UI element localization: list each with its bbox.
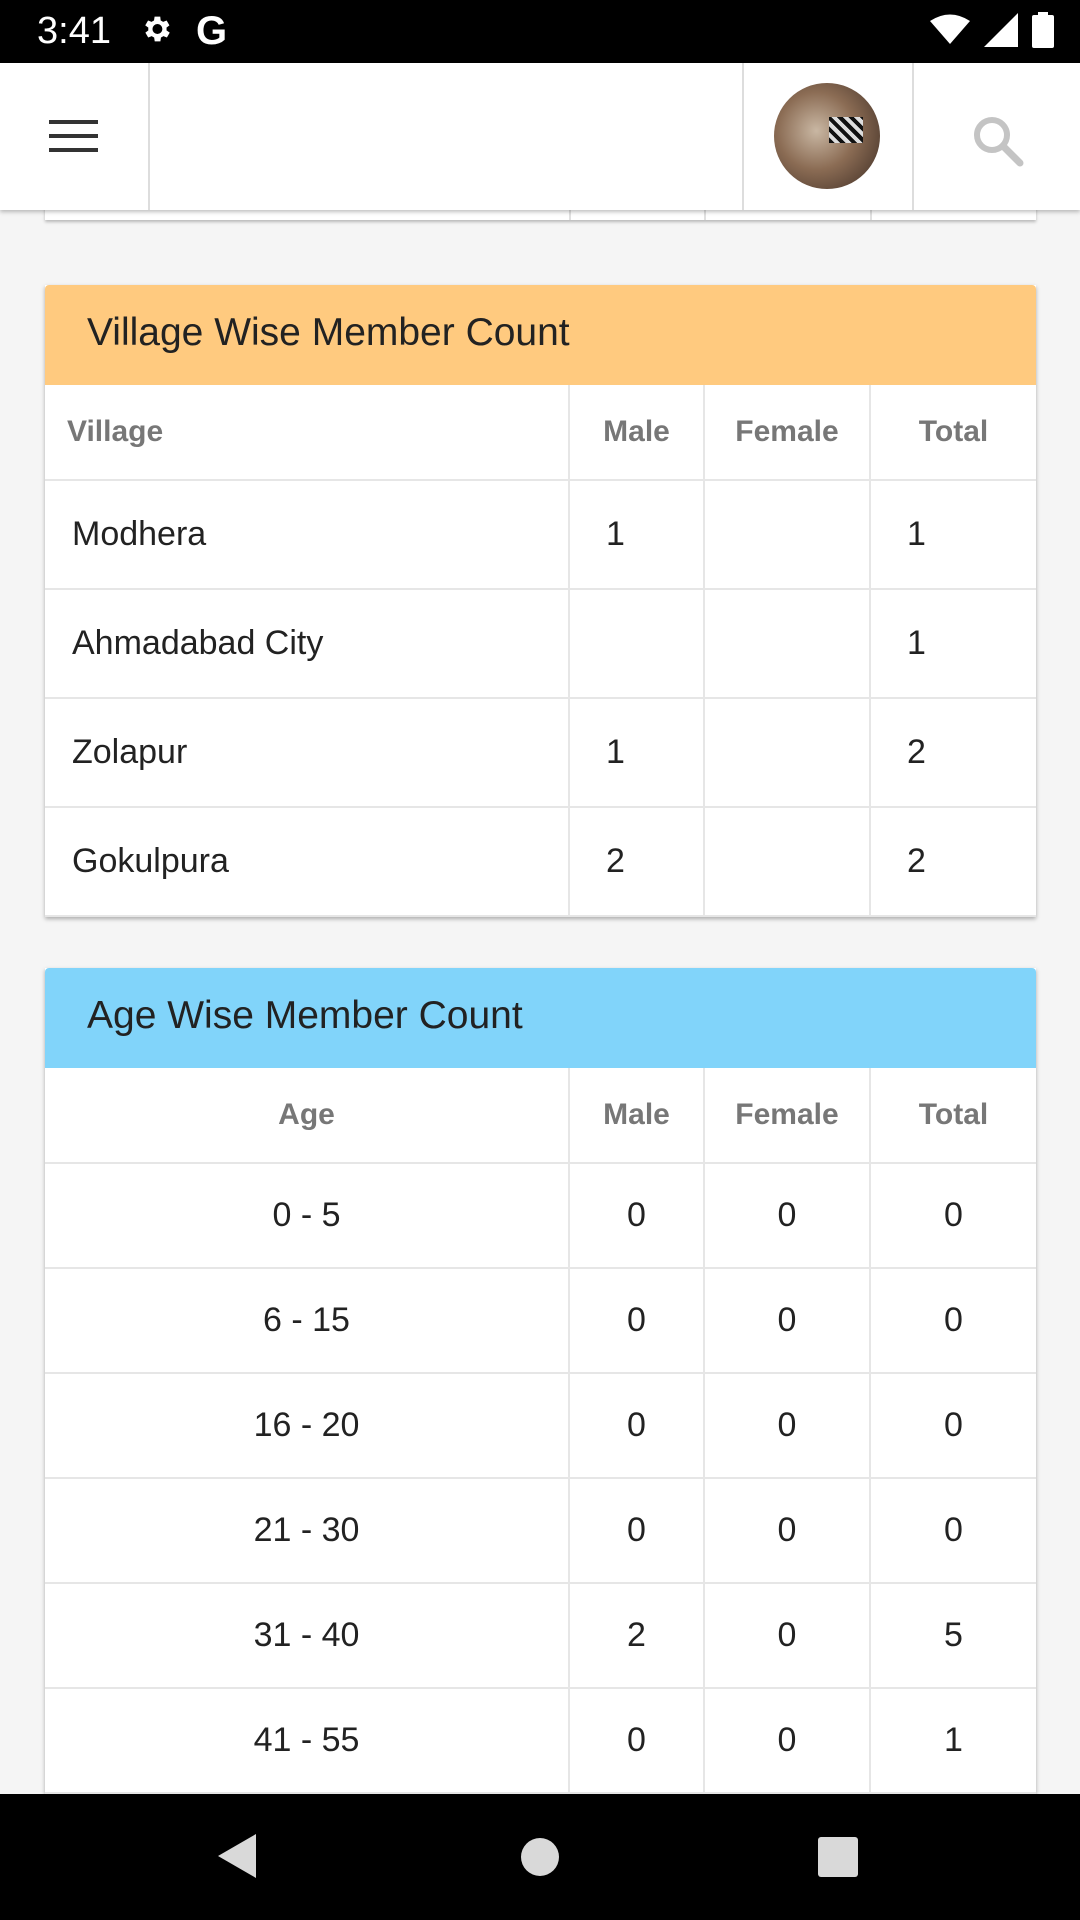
female-count-cell: 0 [703, 1687, 871, 1794]
male-count-cell [568, 588, 705, 699]
female-count-cell: 0 [703, 1267, 871, 1374]
menu-button[interactable] [0, 63, 150, 210]
total-count-cell: 0 [869, 1372, 1036, 1479]
avatar[interactable] [774, 83, 880, 189]
wifi-icon [930, 14, 970, 51]
age-range-cell: 31 - 40 [45, 1582, 570, 1689]
cell-signal-icon [984, 13, 1018, 52]
male-count-cell: 0 [568, 1477, 705, 1584]
status-time: 3:41 [37, 10, 111, 52]
female-count-cell: 0 [703, 1477, 871, 1584]
age-table: Age Male Female Total 0 - 5 0 0 0 6 - 15… [45, 1068, 1036, 1794]
google-g-icon: G [196, 9, 228, 53]
home-icon[interactable] [519, 1836, 561, 1878]
village-table: Village Male Female Total Modhera 1 1 Ah… [45, 385, 1036, 917]
profile-button[interactable] [744, 63, 914, 210]
male-count-cell: 0 [568, 1162, 705, 1269]
age-range-cell: 6 - 15 [45, 1267, 570, 1374]
app-bar [0, 63, 1080, 210]
table-row: 6 - 15 0 0 0 [45, 1267, 1036, 1374]
male-count-cell: 0 [568, 1687, 705, 1794]
total-count-cell: 1 [869, 479, 1036, 590]
total-count-cell: 1 [869, 1687, 1036, 1794]
table-row: 16 - 20 0 0 0 [45, 1372, 1036, 1479]
age-card-header: Age Wise Member Count [45, 968, 1036, 1068]
male-count-cell: 0 [568, 1267, 705, 1374]
village-name-cell: Ahmadabad City [45, 588, 570, 699]
table-row: Gokulpura 2 2 [45, 806, 1036, 917]
male-column-header: Male [568, 1068, 705, 1164]
male-count-cell: 0 [568, 1372, 705, 1479]
village-name-cell: Gokulpura [45, 806, 570, 917]
female-count-cell [703, 479, 871, 590]
system-navigation-bar [0, 1794, 1080, 1920]
total-count-cell: 0 [869, 1267, 1036, 1374]
status-bar: 3:41 G [0, 0, 1080, 63]
total-count-cell: 2 [869, 806, 1036, 917]
settings-gear-icon [139, 12, 173, 51]
table-row: Ahmadabad City 1 [45, 588, 1036, 699]
female-count-cell: 0 [703, 1372, 871, 1479]
male-count-cell: 1 [568, 697, 705, 808]
female-column-header: Female [703, 1068, 871, 1164]
total-count-cell: 5 [869, 1582, 1036, 1689]
age-range-cell: 21 - 30 [45, 1477, 570, 1584]
village-column-header: Village [45, 385, 570, 481]
age-member-count-card: Age Wise Member Count Age Male Female To… [45, 968, 1036, 1794]
total-count-cell: 0 [869, 1477, 1036, 1584]
age-range-cell: 0 - 5 [45, 1162, 570, 1269]
table-row: Modhera 1 1 [45, 479, 1036, 590]
back-icon[interactable] [216, 1832, 258, 1880]
female-count-cell [703, 697, 871, 808]
total-count-cell: 0 [869, 1162, 1036, 1269]
table-row: 41 - 55 0 0 1 [45, 1687, 1036, 1794]
age-card-title: Age Wise Member Count [87, 994, 523, 1037]
male-column-header: Male [568, 385, 705, 481]
age-column-header: Age [45, 1068, 570, 1164]
village-card-title: Village Wise Member Count [87, 311, 570, 354]
male-count-cell: 1 [568, 479, 705, 590]
table-row: Zolapur 1 2 [45, 697, 1036, 808]
village-name-cell: Zolapur [45, 697, 570, 808]
female-count-cell: 0 [703, 1162, 871, 1269]
table-row: 0 - 5 0 0 0 [45, 1162, 1036, 1269]
age-range-cell: 41 - 55 [45, 1687, 570, 1794]
app-bar-title-area [148, 63, 744, 210]
village-member-count-card: Village Wise Member Count Village Male F… [45, 285, 1036, 917]
female-column-header: Female [703, 385, 871, 481]
total-count-cell: 1 [869, 588, 1036, 699]
female-count-cell [703, 588, 871, 699]
village-card-header: Village Wise Member Count [45, 285, 1036, 385]
recents-icon[interactable] [817, 1836, 859, 1878]
village-name-cell: Modhera [45, 479, 570, 590]
total-column-header: Total [869, 1068, 1036, 1164]
age-range-cell: 16 - 20 [45, 1372, 570, 1479]
search-icon [974, 117, 1024, 167]
male-count-cell: 2 [568, 806, 705, 917]
female-count-cell [703, 806, 871, 917]
total-column-header: Total [869, 385, 1036, 481]
table-row: 31 - 40 2 0 5 [45, 1582, 1036, 1689]
battery-icon [1032, 12, 1054, 53]
total-count-cell: 2 [869, 697, 1036, 808]
table-row: 21 - 30 0 0 0 [45, 1477, 1036, 1584]
search-button[interactable] [912, 63, 1080, 210]
male-count-cell: 2 [568, 1582, 705, 1689]
female-count-cell: 0 [703, 1582, 871, 1689]
